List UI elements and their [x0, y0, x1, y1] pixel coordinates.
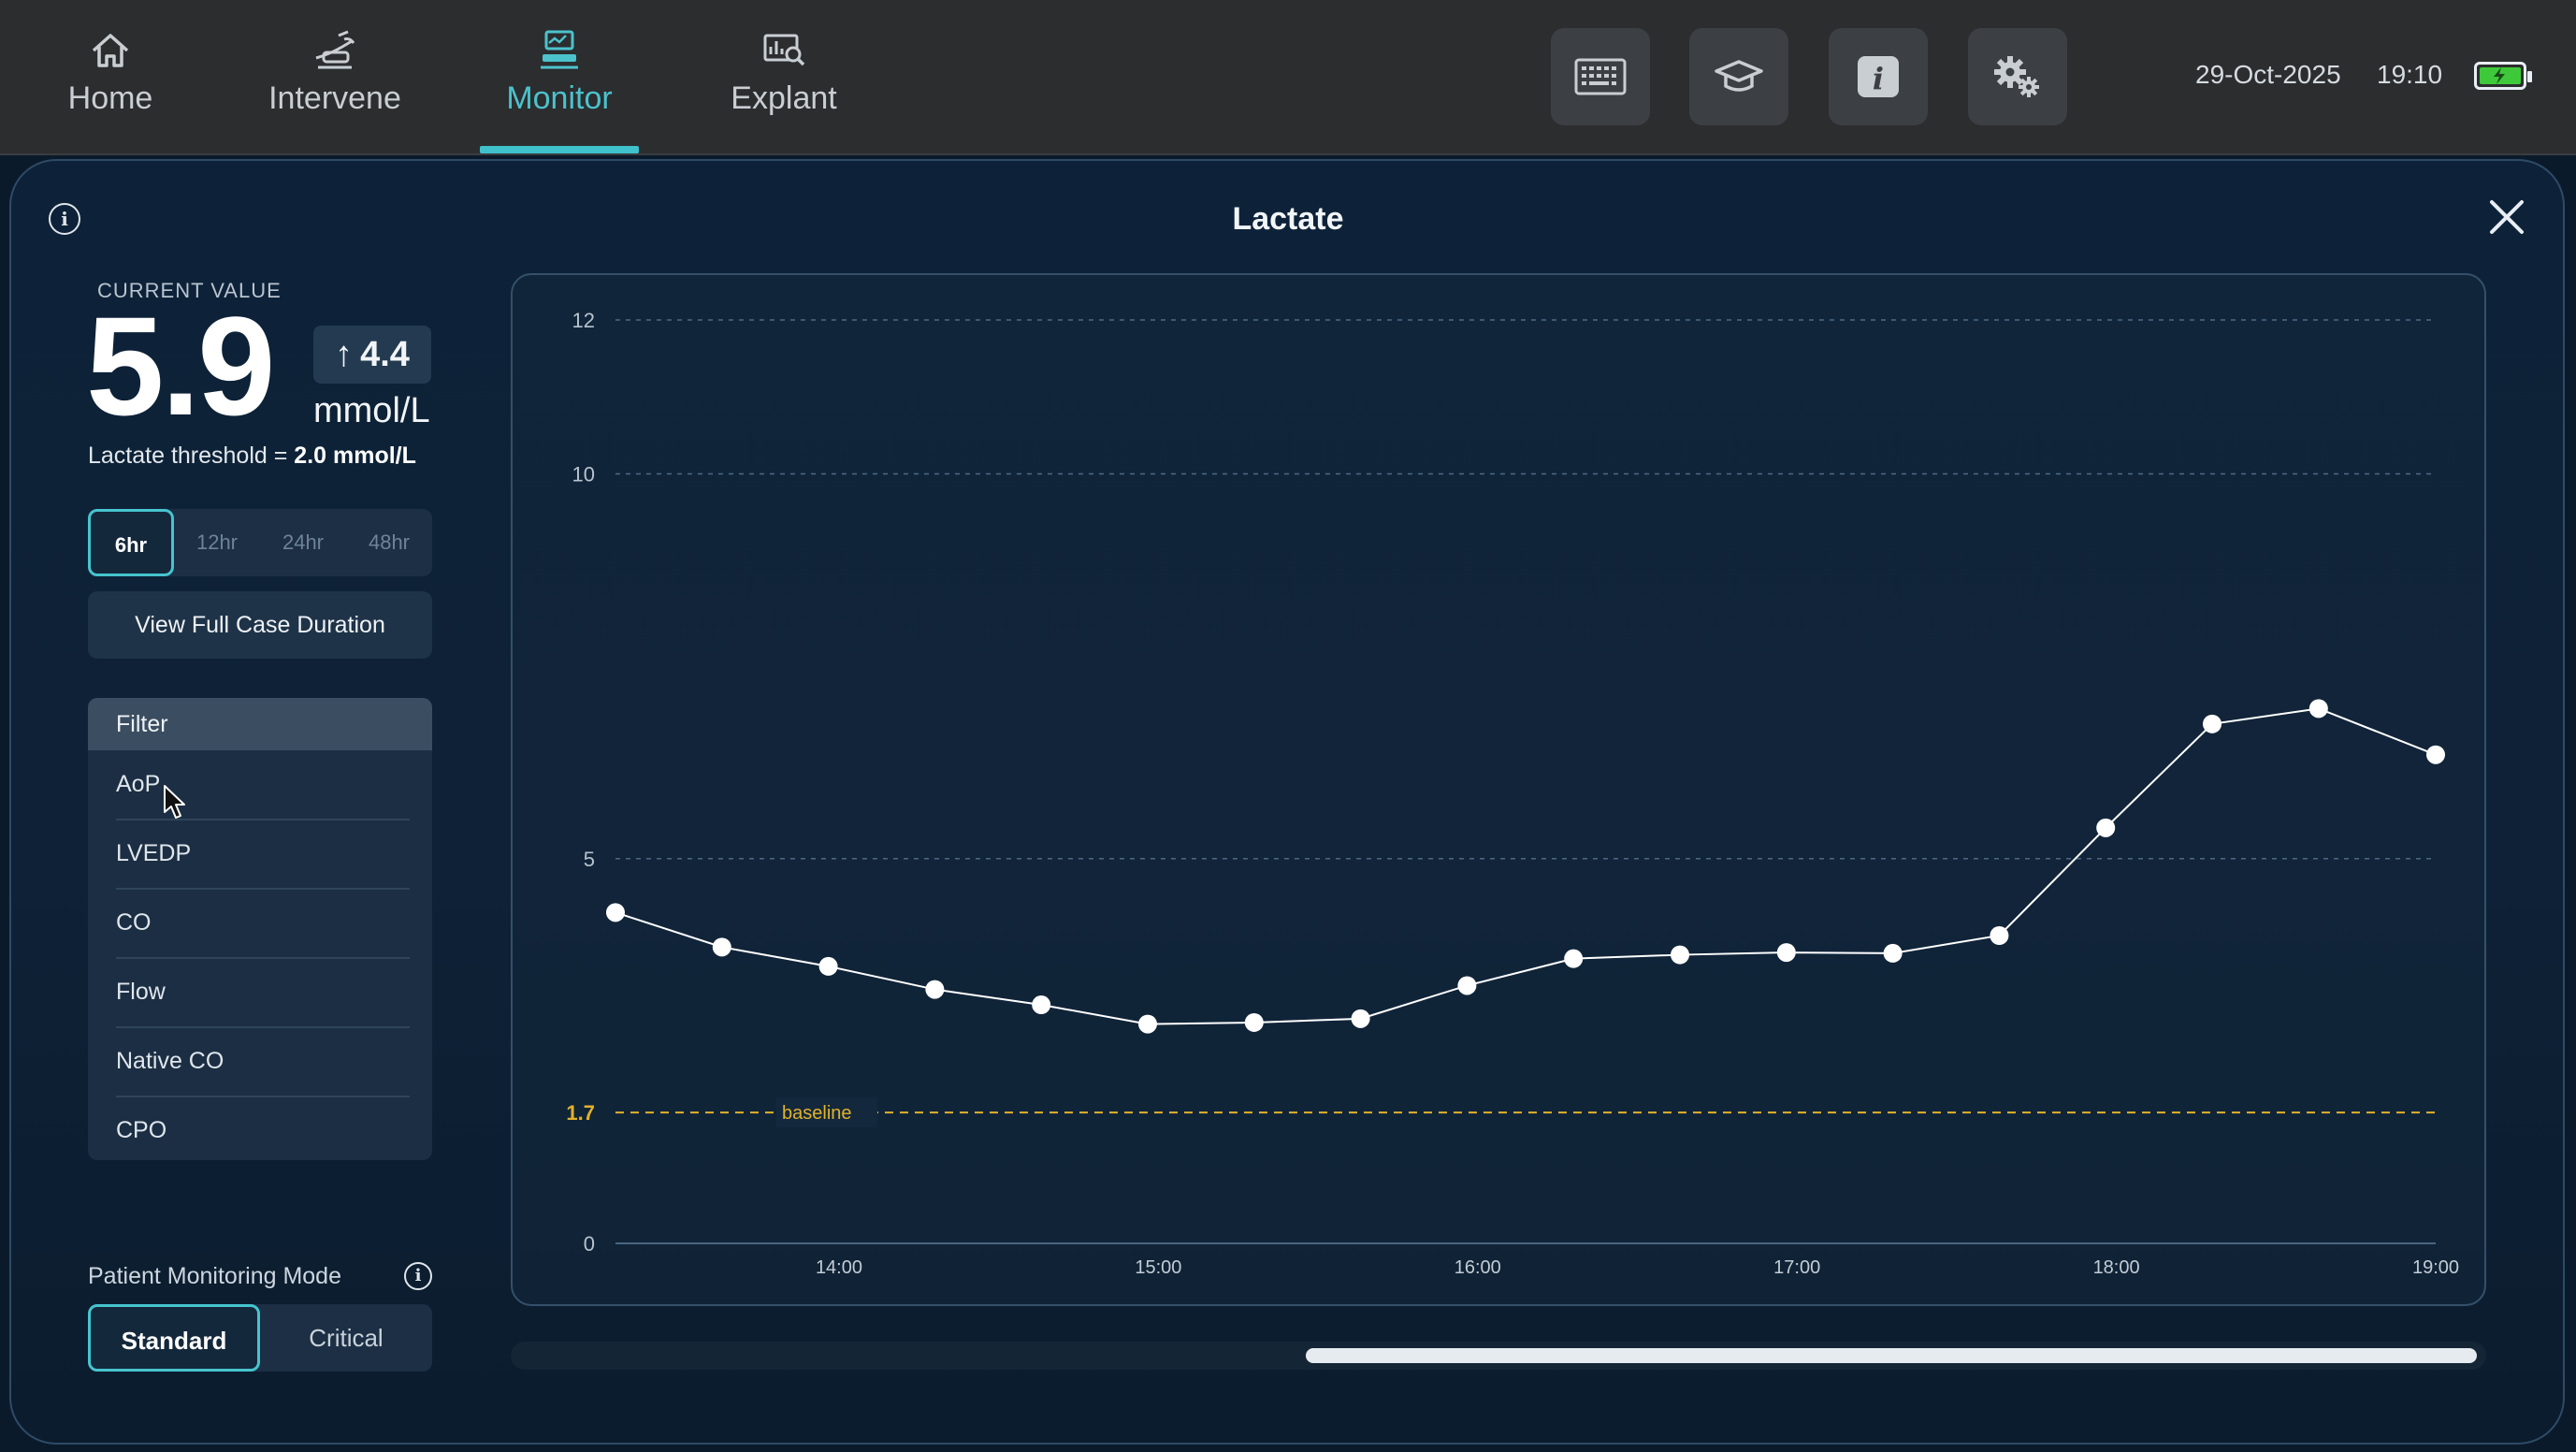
- filter-item-aop[interactable]: AoP: [116, 750, 410, 820]
- up-arrow-icon: ↑: [335, 334, 354, 374]
- nav-intervene[interactable]: Intervene: [264, 26, 406, 138]
- time-range-selector: 6hr 12hr 24hr 48hr: [88, 509, 432, 576]
- view-full-case-button[interactable]: View Full Case Duration: [88, 591, 432, 659]
- threshold-text: Lactate threshold = 2.0 mmol/L: [88, 443, 416, 470]
- x-tick-label: 15:00: [1135, 1257, 1181, 1278]
- nav-monitor-label: Monitor: [506, 80, 613, 116]
- data-point: [1138, 1014, 1158, 1034]
- status-date: 29-Oct-2025: [2195, 60, 2341, 89]
- monitor-icon: [541, 30, 578, 69]
- data-point: [1032, 995, 1051, 1015]
- filter-item-native-co[interactable]: Native CO: [116, 1027, 410, 1097]
- data-point: [712, 937, 731, 957]
- x-tick-label: 18:00: [2093, 1257, 2140, 1278]
- info-button[interactable]: i: [1829, 28, 1928, 125]
- data-point: [818, 956, 838, 976]
- baseline-label: baseline: [782, 1103, 852, 1124]
- filter-item-lvedp[interactable]: LVEDP: [116, 820, 410, 890]
- data-point: [2426, 745, 2445, 764]
- delta-value: 4.4: [360, 334, 410, 374]
- panel-title: Lactate: [1232, 201, 1344, 237]
- chart-scroll-thumb[interactable]: [1306, 1348, 2477, 1363]
- x-tick-label: 19:00: [2412, 1257, 2459, 1278]
- data-point: [606, 903, 625, 922]
- lactate-trend-chart: 0 5 10 12 baseline 1.7 14:00 15:00 16:00 17:00 18:…: [566, 309, 2459, 1278]
- monitoring-mode-selector: Standard Critical: [88, 1304, 432, 1372]
- mouse-cursor-icon: [164, 785, 185, 819]
- y-tick-label: 5: [584, 848, 595, 871]
- filter-item-co[interactable]: CO: [116, 889, 410, 959]
- home-icon: [92, 34, 129, 67]
- data-point: [1990, 926, 2009, 945]
- top-nav-bar: Home Intervene Monitor Explant i 29-Oct-…: [0, 0, 2576, 155]
- monitoring-mode-label: Patient Monitoring Mode: [88, 1263, 341, 1289]
- settings-button[interactable]: [1968, 28, 2067, 125]
- current-value: 5.9: [86, 287, 276, 444]
- threshold-value: 2.0 mmol/L: [294, 443, 416, 469]
- data-point: [1883, 943, 1903, 963]
- x-tick-label: 17:00: [1773, 1257, 1820, 1278]
- status-time: 19:10: [2377, 60, 2443, 89]
- baseline-tick-label: 1.7: [566, 1101, 595, 1125]
- filter-item-flow[interactable]: Flow: [116, 958, 410, 1028]
- mode-critical-button[interactable]: Critical: [260, 1304, 432, 1372]
- range-12hr-button[interactable]: 12hr: [174, 509, 260, 576]
- data-point: [925, 980, 945, 999]
- info-icon: i: [1858, 56, 1899, 97]
- data-point: [1351, 1009, 1370, 1028]
- settings-icon: [1994, 56, 2039, 97]
- x-tick-label: 14:00: [816, 1257, 862, 1278]
- explant-icon: [763, 34, 805, 66]
- data-point: [1244, 1012, 1264, 1032]
- range-6hr-button[interactable]: 6hr: [88, 509, 174, 576]
- threshold-label: Lactate threshold =: [88, 443, 295, 469]
- close-icon[interactable]: [2486, 196, 2527, 238]
- keyboard-button[interactable]: [1551, 28, 1650, 125]
- pump-icon: [315, 30, 355, 69]
- active-tab-indicator: [480, 146, 639, 153]
- range-24hr-button[interactable]: 24hr: [260, 509, 346, 576]
- data-point: [2308, 699, 2328, 719]
- data-point: [1564, 949, 1584, 968]
- data-point: [1457, 976, 1477, 995]
- x-tick-label: 16:00: [1454, 1257, 1501, 1278]
- nav-intervene-label: Intervene: [268, 80, 401, 116]
- nav-home[interactable]: Home: [54, 26, 166, 138]
- keyboard-icon: [1574, 58, 1627, 95]
- data-point: [1776, 943, 1796, 963]
- y-tick-label: 12: [572, 309, 595, 332]
- range-48hr-button[interactable]: 48hr: [346, 509, 432, 576]
- mode-standard-button[interactable]: Standard: [88, 1304, 260, 1372]
- y-tick-label: 0: [584, 1232, 595, 1256]
- nav-explant[interactable]: Explant: [726, 26, 842, 138]
- battery-icon: [2474, 62, 2532, 90]
- education-icon: [1715, 60, 1763, 92]
- data-point: [1671, 945, 1690, 965]
- data-point: [2096, 818, 2116, 837]
- filter-header[interactable]: Filter: [88, 698, 432, 750]
- education-button[interactable]: [1689, 28, 1788, 125]
- svg-text:i: i: [1873, 61, 1884, 96]
- filter-dropdown: Filter AoP LVEDP CO Flow Native CO CPO: [88, 698, 432, 1160]
- nav-home-label: Home: [67, 80, 153, 116]
- filter-item-cpo[interactable]: CPO: [116, 1096, 410, 1160]
- y-tick-label: 10: [572, 463, 595, 486]
- lactate-series-line: [615, 707, 2437, 1025]
- delta-badge: ↑ 4.4: [313, 326, 431, 384]
- value-unit: mmol/L: [313, 391, 430, 430]
- nav-monitor[interactable]: Monitor: [496, 26, 623, 138]
- data-point: [2203, 714, 2222, 733]
- nav-explant-label: Explant: [731, 80, 837, 116]
- monitoring-mode-info-icon[interactable]: i: [404, 1262, 432, 1290]
